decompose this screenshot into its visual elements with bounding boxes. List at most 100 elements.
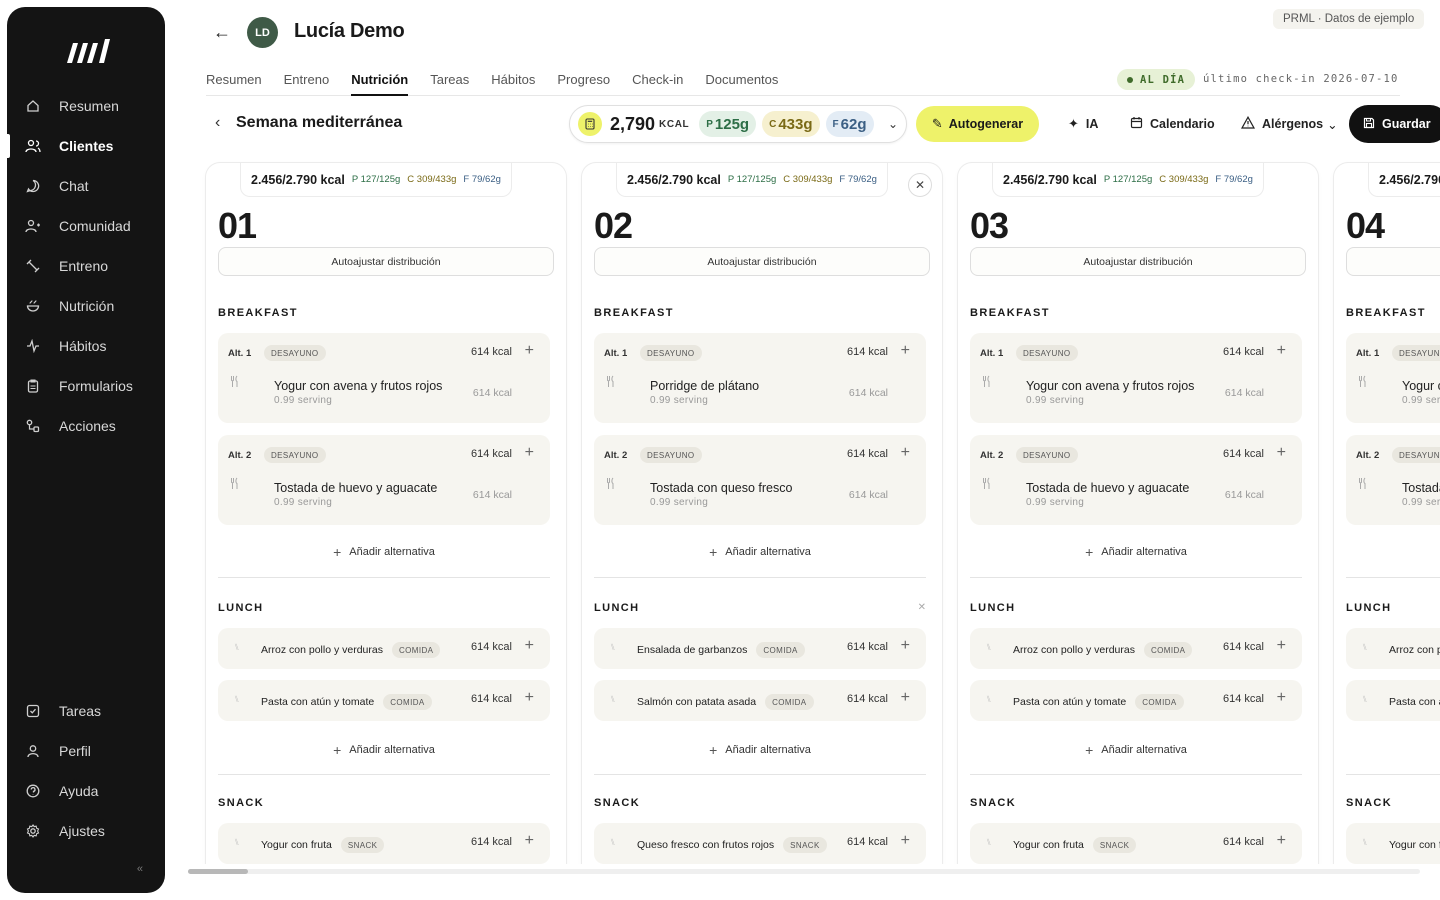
allergens-button[interactable]: Alérgenos ⌄ <box>1240 115 1338 132</box>
add-alternative-button[interactable]: +Añadir alternativa <box>594 740 926 760</box>
autoadjust-button[interactable]: Autoajustar distribución <box>1346 247 1440 276</box>
add-food-icon[interactable]: + <box>901 832 910 850</box>
calendar-icon <box>1130 116 1143 132</box>
fork-knife-icon: ⑊ <box>1362 694 1368 704</box>
add-food-icon[interactable]: + <box>901 444 910 462</box>
alternative-card[interactable]: Alt. 2 DESAYUNO 614 kcal + Tostada con queso… <box>594 435 926 525</box>
fork-knife-icon <box>982 477 992 493</box>
alternative-card[interactable]: Alt. 2DESAYUNO614 kcal+Tostada de huevo … <box>970 435 1302 525</box>
alternative-card[interactable]: Alt. 1 DESAYUNO 614 kcal + Porridge de pláta… <box>594 333 926 423</box>
sidebar-item-resumen[interactable]: Resumen <box>7 86 165 126</box>
alternative-card[interactable]: Alt. 1DESAYUNO614 kcal+Yogur con avena y… <box>1346 333 1440 423</box>
alternative-row[interactable]: ⑊Pasta con atún y tomateCOMIDA614 kcal+ <box>218 680 550 721</box>
sidebar-item-nutricion[interactable]: Nutrición <box>7 286 165 326</box>
add-alternative-button[interactable]: +Añadir alternativa <box>1346 740 1440 760</box>
alternative-row[interactable]: ⑊Yogur con frutaSNACK614 kcal+ <box>1346 823 1440 864</box>
tab-habitos[interactable]: Hábitos <box>491 64 535 96</box>
add-alternative-button[interactable]: +Añadir alternativa <box>218 740 550 760</box>
sidebar-item-label: Acciones <box>59 418 116 434</box>
ai-button[interactable]: ✦ IA <box>1068 116 1098 132</box>
add-food-icon[interactable]: + <box>901 689 910 707</box>
add-food-icon[interactable]: + <box>1277 689 1286 707</box>
alternative-card[interactable]: Alt. 1DESAYUNO614 kcal+Yogur con avena y… <box>970 333 1302 423</box>
day-number: 03 <box>970 205 1009 246</box>
add-alternative-button[interactable]: +Añadir alternativa <box>970 542 1302 562</box>
fork-knife-icon <box>606 375 616 391</box>
alternative-card[interactable]: Alt. 1DESAYUNO614 kcal+Yogur con avena y… <box>218 333 550 423</box>
tab-progreso[interactable]: Progreso <box>557 64 610 96</box>
alternative-card[interactable]: Alt. 2DESAYUNO614 kcal+Tostada de huevo … <box>218 435 550 525</box>
sidebar-item-chat[interactable]: Chat <box>7 166 165 206</box>
autogenerate-button[interactable]: ✎ Autogenerar <box>916 106 1039 142</box>
alternative-row[interactable]: ⑊Pasta con atún y tomateCOMIDA614 kcal+ <box>1346 680 1440 721</box>
sidebar-item-comunidad[interactable]: Comunidad <box>7 206 165 246</box>
autoadjust-button[interactable]: Autoajustar distribución <box>218 247 554 276</box>
add-food-icon[interactable]: + <box>525 444 534 462</box>
macro-summary[interactable]: 2,790 KCAL P 125g C 433g F 62g ⌄ <box>569 105 907 143</box>
alt-kcal: 614 kcal <box>471 346 512 358</box>
alternative-row[interactable]: ⑊Arroz con pollo y verdurasCOMIDA614 kca… <box>970 628 1302 669</box>
sidebar-item-clientes[interactable]: Clientes <box>7 126 165 166</box>
plus-icon: + <box>709 544 718 560</box>
add-alternative-button[interactable]: +Añadir alternativa <box>970 740 1302 760</box>
sidebar-item-tareas[interactable]: Tareas <box>7 691 165 731</box>
alternative-row[interactable]: ⑊Pasta con atún y tomateCOMIDA614 kcal+ <box>970 680 1302 721</box>
back-arrow-icon[interactable]: ← <box>213 22 231 43</box>
chevron-left-icon[interactable]: ‹ <box>215 114 220 132</box>
alternative-row[interactable]: ⑊Arroz con pollo y verdurasCOMIDA614 kca… <box>218 628 550 669</box>
users-icon <box>25 138 41 154</box>
add-food-icon[interactable]: + <box>525 637 534 655</box>
alternative-row[interactable]: ⑊ Ensalada de garbanzos COMIDA 614 kcal + <box>594 628 926 669</box>
alt-label: Alt. 2 <box>980 450 1004 461</box>
sidebar-item-label: Comunidad <box>59 218 131 234</box>
tab-documentos[interactable]: Documentos <box>705 64 778 96</box>
add-food-icon[interactable]: + <box>525 689 534 707</box>
sidebar-item-perfil[interactable]: Perfil <box>7 731 165 771</box>
alternative-row[interactable]: ⑊Arroz con pollo y verdurasCOMIDA614 kca… <box>1346 628 1440 669</box>
autoadjust-button[interactable]: Autoajustar distribución <box>970 247 1306 276</box>
fork-knife-icon <box>230 477 240 493</box>
add-alternative-button[interactable]: +Añadir alternativa <box>1346 542 1440 562</box>
alternative-row[interactable]: ⑊ Queso fresco con frutos rojos SNACK 614 k… <box>594 823 926 864</box>
kcal-unit: KCAL <box>659 118 690 130</box>
add-food-icon[interactable]: + <box>901 342 910 360</box>
add-alternative-button[interactable]: +Añadir alternativa <box>218 542 550 562</box>
alternative-row[interactable]: ⑊Yogur con frutaSNACK614 kcal+ <box>970 823 1302 864</box>
alt-kcal: 614 kcal <box>847 693 888 705</box>
autoadjust-button[interactable]: Autoajustar distribución <box>594 247 930 276</box>
tab-resumen[interactable]: Resumen <box>206 64 262 96</box>
add-food-icon[interactable]: + <box>525 342 534 360</box>
tab-tareas[interactable]: Tareas <box>430 64 469 96</box>
sidebar-item-ajustes[interactable]: Ajustes <box>7 811 165 851</box>
sidebar-item-entreno[interactable]: Entreno <box>7 246 165 286</box>
food-serving: 0.99 serving <box>274 395 333 406</box>
horizontal-scrollbar[interactable] <box>188 869 1420 874</box>
save-button[interactable]: Guardar <box>1349 105 1440 143</box>
sidebar-item-habitos[interactable]: Hábitos <box>7 326 165 366</box>
add-alternative-button[interactable]: +Añadir alternativa <box>594 542 926 562</box>
collapse-sidebar-button[interactable]: « <box>137 863 143 875</box>
add-food-icon[interactable]: + <box>1277 444 1286 462</box>
tab-checkin[interactable]: Check-in <box>632 64 683 96</box>
add-food-icon[interactable]: + <box>1277 342 1286 360</box>
add-food-icon[interactable]: + <box>1277 637 1286 655</box>
add-food-icon[interactable]: + <box>525 832 534 850</box>
sidebar-item-ayuda[interactable]: Ayuda <box>7 771 165 811</box>
calendar-button[interactable]: Calendario <box>1130 116 1215 132</box>
close-icon[interactable]: ✕ <box>908 173 932 197</box>
tab-entreno[interactable]: Entreno <box>284 64 330 96</box>
food-entry: Pasta con atún y tomate COMIDA <box>1013 694 1184 710</box>
tab-nutricion[interactable]: Nutrición <box>351 64 409 96</box>
add-food-icon[interactable]: + <box>1277 832 1286 850</box>
add-alternative-label: Añadir alternativa <box>1101 546 1187 558</box>
alternative-row[interactable]: ⑊ Salmón con patata asada COMIDA 614 kcal + <box>594 680 926 721</box>
remove-section-icon[interactable]: ✕ <box>918 602 926 613</box>
alternative-row[interactable]: ⑊Yogur con frutaSNACK614 kcal+ <box>218 823 550 864</box>
sidebar-item-acciones[interactable]: Acciones <box>7 406 165 446</box>
meal-type-badge: DESAYUNO <box>640 447 702 463</box>
add-food-icon[interactable]: + <box>901 637 910 655</box>
scrollbar-thumb[interactable] <box>188 869 248 874</box>
alternative-card[interactable]: Alt. 2DESAYUNO614 kcal+Tostada de huevo … <box>1346 435 1440 525</box>
sidebar-item-formularios[interactable]: Formularios <box>7 366 165 406</box>
fork-knife-icon: ⑊ <box>234 837 240 847</box>
